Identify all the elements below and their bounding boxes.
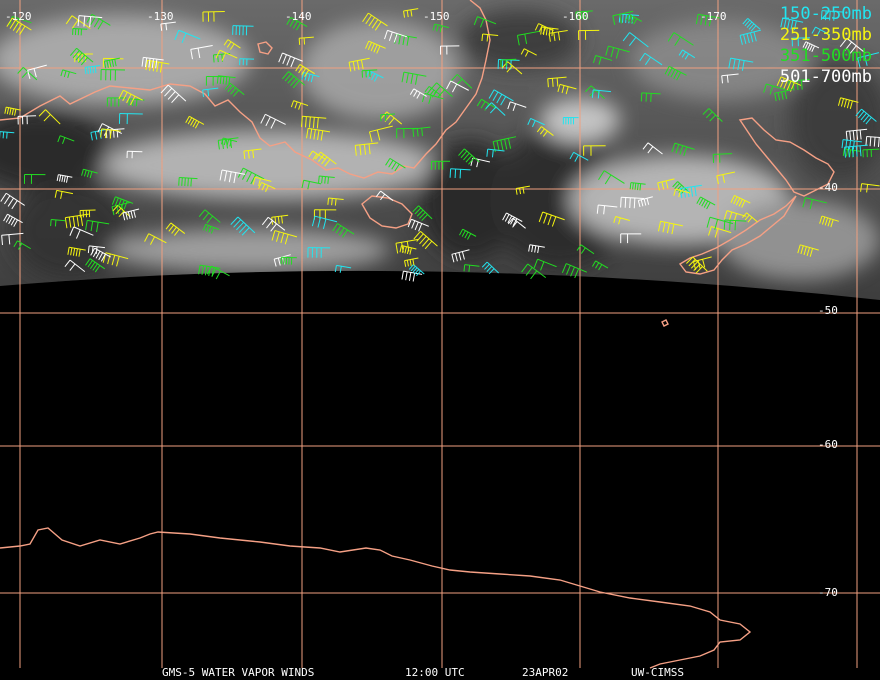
lon-label: -170 [700, 10, 727, 23]
lat-label: -50 [818, 304, 838, 317]
legend-item-150-250mb: 150-250mb [779, 4, 872, 24]
caption-product: GMS-5 WATER VAPOR WINDS [162, 666, 315, 679]
legend-item-351-500mb: 351-500mb [779, 46, 872, 66]
caption-time: 12:00 UTC [405, 666, 465, 679]
legend-item-501-700mb: 501-700mb [779, 67, 872, 87]
pressure-legend: 150-250mb 251-350mb 351-500mb 501-700mb [780, 4, 872, 88]
caption-date: 23APR02 [522, 666, 569, 679]
lon-label: -130 [147, 10, 174, 23]
lon-label: -160 [562, 10, 589, 23]
lon-label: -140 [285, 10, 312, 23]
lon-label: -120 [5, 10, 32, 23]
lat-label: -40 [818, 181, 838, 194]
lat-label: -60 [818, 438, 838, 451]
lon-label: -150 [423, 10, 450, 23]
caption-source: UW-CIMSS [631, 666, 684, 679]
lat-label: -70 [818, 586, 838, 599]
legend-item-251-350mb: 251-350mb [779, 25, 872, 45]
water-vapor-map [0, 0, 880, 680]
